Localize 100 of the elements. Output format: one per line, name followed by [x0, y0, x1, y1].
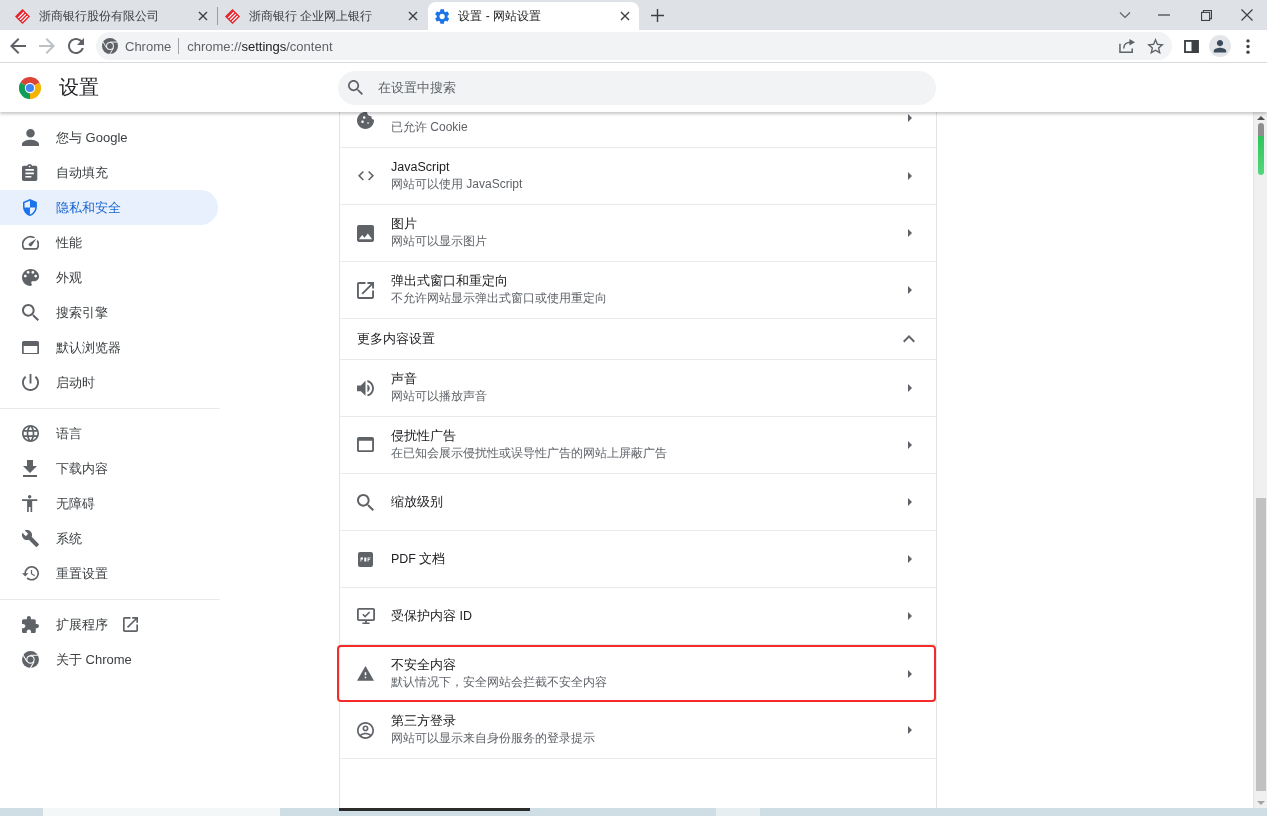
close-icon[interactable] [408, 11, 418, 21]
plus-icon[interactable] [651, 9, 664, 22]
sidebar-item[interactable]: 搜索引擎 [0, 295, 218, 330]
setting-title: 第三方登录 [391, 713, 457, 730]
profile-avatar-icon[interactable] [1209, 35, 1231, 57]
gear-icon [435, 8, 450, 24]
sidebar-item[interactable]: 系统 [0, 521, 218, 556]
triangle-arrow-icon [908, 172, 912, 180]
address-bar[interactable]: Chrome chrome://settings/content [96, 32, 1172, 60]
download-icon [23, 460, 37, 477]
window-icon [357, 437, 374, 453]
triangle-arrow-icon [908, 612, 912, 620]
setting-row[interactable]: 弹出式窗口和重定向 不允许网站显示弹出式窗口或使用重定向 [340, 262, 936, 319]
star-icon[interactable] [1147, 37, 1164, 55]
setting-description: 不允许网站显示弹出式窗口或使用重定向 [391, 290, 608, 307]
setting-title: 弹出式窗口和重定向 [391, 273, 509, 290]
setting-row[interactable]: 声音 网站可以播放声音 [340, 360, 936, 417]
power-icon [21, 374, 39, 391]
diamond-logo-icon [15, 8, 30, 24]
triangle-arrow-icon [908, 441, 912, 449]
scrollbar-thumb[interactable] [1255, 498, 1266, 791]
external-link-icon [357, 281, 374, 299]
sidebar-item[interactable]: 语言 [0, 416, 218, 451]
restore-icon[interactable] [1200, 9, 1212, 21]
setting-row[interactable]: 已允许 Cookie [340, 112, 936, 148]
sidebar-item[interactable]: 外观 [0, 260, 218, 295]
sidebar-item[interactable]: 隐私和安全 [0, 190, 218, 225]
triangle-arrow-icon [908, 229, 912, 237]
setting-row[interactable]: 缩放级别 [340, 474, 936, 531]
accessibility-icon [22, 495, 38, 512]
setting-description: 已允许 Cookie [391, 119, 469, 136]
sidebar-item[interactable]: 下载内容 [0, 451, 218, 486]
cookie-icon [357, 112, 374, 129]
setting-row[interactable]: 不安全内容 默认情况下，安全网站会拦截不安全内容 [337, 645, 936, 702]
setting-description: 在已知会展示侵扰性或误导性广告的网站上屏蔽广告 [391, 445, 668, 462]
browser-tab[interactable]: 浙商银行 企业网上银行 [218, 2, 427, 30]
scroll-marker [1257, 123, 1264, 175]
globe-icon [21, 425, 39, 442]
setting-description: 网站可以使用 JavaScript [391, 176, 524, 193]
search-field[interactable]: 在设置中搜索 [338, 70, 936, 105]
chevron-down-icon[interactable] [1119, 11, 1131, 19]
sidebar-item[interactable]: 关于 Chrome [0, 642, 218, 677]
section-header[interactable]: 更多内容设置 [340, 319, 936, 360]
sidebar-item[interactable]: 启动时 [0, 365, 218, 400]
shield-icon [23, 199, 37, 216]
search-icon [348, 80, 363, 95]
close-icon[interactable] [620, 11, 630, 21]
browser-window-icon [21, 340, 39, 355]
setting-title: 图片 [391, 216, 418, 233]
setting-row[interactable]: 图片 网站可以显示图片 [340, 205, 936, 262]
setting-row[interactable]: JavaScript 网站可以使用 JavaScript [340, 148, 936, 205]
setting-row[interactable]: 侵扰性广告 在已知会展示侵扰性或误导性广告的网站上屏蔽广告 [340, 417, 936, 474]
triangle-arrow-icon [908, 669, 912, 678]
share-icon[interactable] [1119, 38, 1136, 54]
sidebar-item[interactable]: 自动填充 [0, 155, 218, 190]
close-icon[interactable] [198, 11, 208, 21]
setting-description: 默认情况下，安全网站会拦截不安全内容 [391, 673, 608, 691]
monitor-check-icon [356, 607, 375, 625]
setting-title: PDF 文档 [391, 550, 447, 568]
triangle-arrow-icon [908, 114, 912, 122]
document-icon [358, 551, 373, 567]
setting-title: 侵扰性广告 [391, 428, 457, 445]
close-icon[interactable] [1241, 9, 1253, 21]
browser-tab[interactable]: 设置 - 网站设置 [428, 2, 639, 30]
settings-title: 设置 [59, 75, 99, 100]
person-icon [21, 129, 39, 146]
scrollbar[interactable] [1253, 112, 1267, 808]
back-arrow-icon[interactable] [10, 38, 26, 54]
setting-row[interactable]: 受保护内容 ID [340, 588, 936, 645]
setting-description: 网站可以播放声音 [391, 388, 488, 405]
browser-tab[interactable]: 浙商银行股份有限公司 [8, 2, 217, 30]
triangle-arrow-icon [908, 498, 912, 506]
setting-row[interactable]: 第三方登录 网站可以显示来自身份服务的登录提示 [340, 702, 936, 759]
palette-icon [21, 269, 39, 286]
sidebar-item[interactable]: 您与 Google [0, 120, 218, 155]
diamond-logo-icon [225, 8, 240, 24]
side-panel-icon[interactable] [1184, 39, 1199, 53]
external-link-icon[interactable] [123, 617, 138, 632]
sidebar-item[interactable]: 默认浏览器 [0, 330, 218, 365]
sidebar-item[interactable]: 扩展程序 [0, 607, 218, 642]
history-icon [21, 566, 39, 581]
browser-logo-icon [21, 651, 39, 668]
scroll-up-arrow-icon[interactable] [1256, 116, 1265, 120]
browser-logo-icon [102, 38, 118, 54]
setting-row[interactable]: PDF 文档 [340, 531, 936, 588]
warning-icon [357, 666, 374, 681]
sidebar-item[interactable]: 性能 [0, 225, 218, 260]
speaker-icon [357, 379, 374, 397]
sidebar-item[interactable]: 重置设置 [0, 556, 218, 591]
menu-icon[interactable] [1246, 38, 1250, 54]
setting-description: 网站可以显示图片 [391, 233, 488, 250]
setting-title: JavaScript [391, 159, 451, 176]
triangle-arrow-icon [908, 555, 912, 563]
setting-title: 不安全内容 [391, 656, 457, 674]
reload-icon[interactable] [68, 38, 84, 54]
gauge-icon [21, 235, 39, 250]
triangle-arrow-icon [908, 726, 912, 734]
setting-title: 缩放级别 [391, 493, 444, 511]
setting-description: 网站可以显示来自身份服务的登录提示 [391, 730, 596, 747]
sidebar-item[interactable]: 无障碍 [0, 486, 218, 521]
